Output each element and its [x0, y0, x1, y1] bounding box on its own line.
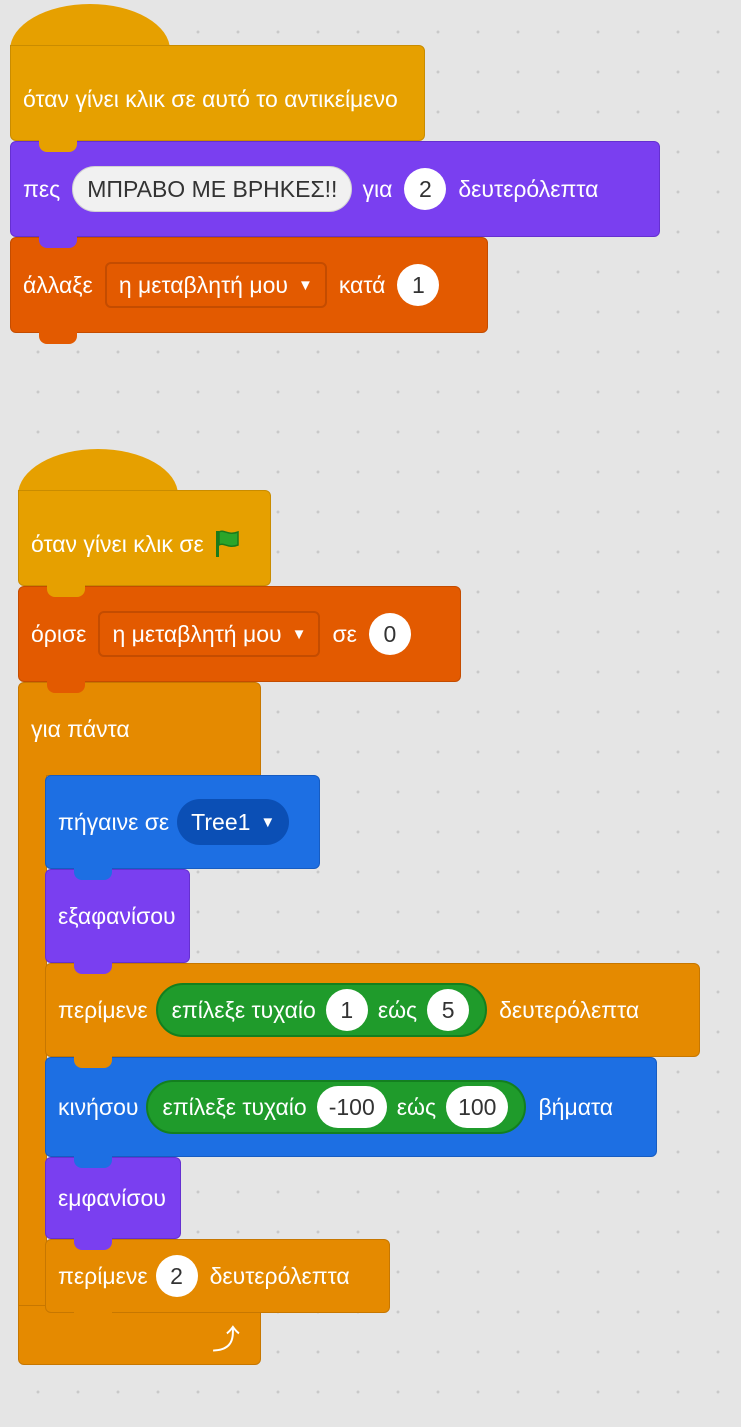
wait-seconds-block[interactable]: περίμενε 2 δευτερόλεπτα: [45, 1239, 390, 1324]
block-notch: [47, 585, 85, 597]
wait-seconds-input[interactable]: 2: [155, 1255, 198, 1297]
for-label: για: [362, 175, 393, 202]
hide-label: εξαφανίσου: [58, 902, 176, 929]
goto-label: πήγαινε σε: [58, 808, 170, 835]
block-notch: [39, 332, 77, 344]
set-label: όρισε: [31, 620, 87, 647]
forever-block[interactable]: για πάντα: [18, 682, 261, 776]
steps-label: βήματα: [538, 1093, 614, 1120]
green-flag-icon: [214, 529, 240, 559]
by-label: κατά: [338, 271, 386, 298]
goto-target-dropdown[interactable]: Tree1 ▼: [177, 799, 290, 845]
when-flag-clicked-hat[interactable]: όταν γίνει κλικ σε: [18, 449, 271, 597]
pick-random-operator[interactable]: επίλεξε τυχαίο 1 εώς 5: [155, 983, 488, 1037]
seconds-label: δευτερόλεπτα: [458, 175, 599, 202]
variable-dropdown[interactable]: η μεταβλητή μου ▼: [98, 611, 321, 657]
caret-down-icon: ▼: [297, 276, 313, 294]
hat-cap: [18, 449, 178, 509]
to-label: σε: [332, 620, 357, 647]
random-to-input[interactable]: 100: [446, 1086, 509, 1128]
say-label: πες: [23, 175, 61, 202]
move-label: κινήσου: [58, 1093, 139, 1120]
goto-target: Tree1: [191, 808, 251, 835]
random-to-label: εώς: [377, 996, 418, 1023]
variable-name: η μεταβλητή μου: [112, 620, 282, 647]
wait-label: περίμενε: [58, 996, 148, 1023]
change-label: άλλαξε: [23, 271, 93, 298]
block-notch: [39, 140, 77, 152]
random-from-input[interactable]: -100: [316, 1086, 387, 1128]
block-notch: [74, 962, 112, 974]
go-to-block[interactable]: πήγαινε σε Tree1 ▼: [45, 775, 320, 880]
seconds-label: δευτερόλεπτα: [499, 996, 640, 1023]
random-from-input[interactable]: 1: [325, 989, 368, 1031]
block-notch: [47, 681, 85, 693]
set-value-input[interactable]: 0: [368, 613, 411, 655]
show-block[interactable]: εμφανίσου: [45, 1157, 181, 1250]
forever-arm: [18, 775, 47, 1305]
hat-label: όταν γίνει κλικ σε αυτό το αντικείμενο: [23, 85, 398, 112]
pick-random-label: επίλεξε τυχαίο: [171, 996, 316, 1023]
block-notch: [74, 1238, 112, 1250]
loop-arrow-icon: ⤴: [211, 1324, 240, 1355]
hide-block[interactable]: εξαφανίσου: [45, 869, 190, 974]
block-notch: [74, 1312, 112, 1324]
hat-cap: [10, 4, 170, 64]
pick-random-operator[interactable]: επίλεξε τυχαίο -100 εώς 100: [146, 1080, 527, 1134]
forever-label: για πάντα: [31, 715, 130, 742]
show-label: εμφανίσου: [58, 1184, 166, 1211]
wait-label: περίμενε: [58, 1262, 148, 1289]
say-seconds-input[interactable]: 2: [404, 168, 447, 210]
block-notch: [74, 1156, 112, 1168]
caret-down-icon: ▼: [260, 813, 276, 831]
forever-foot: ⤴: [18, 1305, 261, 1365]
set-variable-block[interactable]: όρισε η μεταβλητή μου ▼ σε 0: [18, 586, 461, 693]
wait-random-block[interactable]: περίμενε επίλεξε τυχαίο 1 εώς 5 δευτερόλ…: [45, 963, 700, 1068]
say-message-input[interactable]: ΜΠΡΑΒΟ ΜΕ ΒΡΗΚΕΣ!!: [72, 166, 353, 212]
block-notch: [74, 1056, 112, 1068]
when-this-sprite-clicked-hat[interactable]: όταν γίνει κλικ σε αυτό το αντικείμενο: [10, 4, 425, 152]
variable-name: η μεταβλητή μου: [118, 271, 288, 298]
hat-label: όταν γίνει κλικ σε: [31, 530, 204, 557]
variable-dropdown[interactable]: η μεταβλητή μου ▼: [104, 262, 327, 308]
random-to-input[interactable]: 5: [427, 989, 470, 1031]
block-notch: [39, 236, 77, 248]
change-variable-block[interactable]: άλλαξε η μεταβλητή μου ▼ κατά 1: [10, 237, 488, 344]
change-value-input[interactable]: 1: [397, 264, 440, 306]
caret-down-icon: ▼: [291, 625, 307, 643]
block-notch: [74, 868, 112, 880]
random-to-label: εώς: [396, 1093, 437, 1120]
seconds-label: δευτερόλεπτα: [209, 1262, 350, 1289]
move-steps-block[interactable]: κινήσου επίλεξε τυχαίο -100 εώς 100 βήμα…: [45, 1057, 657, 1168]
pick-random-label: επίλεξε τυχαίο: [162, 1093, 307, 1120]
say-for-seconds-block[interactable]: πες ΜΠΡΑΒΟ ΜΕ ΒΡΗΚΕΣ!! για 2 δευτερόλεπτ…: [10, 141, 660, 248]
